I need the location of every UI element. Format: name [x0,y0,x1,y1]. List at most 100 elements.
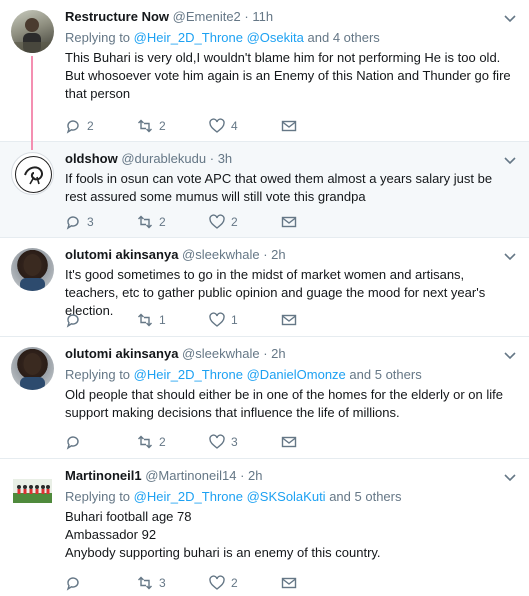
timestamp[interactable]: 2h [271,247,285,262]
direct-message-button[interactable] [281,575,353,591]
retweet-button[interactable]: 2 [137,214,209,230]
thread-line [31,142,33,150]
separator: · [263,247,268,262]
tweet-header: Restructure Now @Emenite2 · 11h [65,9,517,25]
author-name[interactable]: Restructure Now [65,9,169,24]
heart-icon [209,575,225,590]
retweet-icon [138,119,152,133]
retweet-icon [138,313,152,327]
envelope-icon [281,314,297,326]
chevron-down-icon[interactable] [503,350,517,360]
retweet-count: 2 [159,119,166,133]
like-count: 3 [231,435,238,449]
tweet-restructure-now[interactable]: Restructure Now @Emenite2 · 11h Replying… [0,0,529,142]
reply-others[interactable]: and 5 others [349,367,421,382]
retweet-button[interactable]: 2 [137,118,209,134]
reply-icon [66,436,79,450]
envelope-icon [281,436,297,448]
avatar[interactable] [11,152,54,195]
avatar[interactable] [11,248,54,291]
tweet-olutomi-2[interactable]: olutomi akinsanya @sleekwhale · 2h Reply… [0,337,529,459]
mention-link[interactable]: @Osekita [247,30,304,45]
chevron-down-icon[interactable] [503,13,517,23]
retweet-icon [138,576,152,590]
reply-button[interactable]: 2 [65,118,137,134]
tweet-martinoneil1[interactable]: Martinoneil1 @Martinoneil14 · 2h Replyin… [0,459,529,596]
chevron-down-icon[interactable] [503,155,517,165]
separator: · [209,151,215,166]
reply-button[interactable] [65,312,137,328]
like-count: 2 [231,215,238,229]
like-count: 4 [231,119,238,133]
tweet-text: Buhari football age 78 Ambassador 92 Any… [65,508,517,562]
author-handle[interactable]: @Emenite2 [173,9,241,24]
timestamp[interactable]: 11h [252,9,273,24]
timestamp[interactable]: 2h [271,346,285,361]
retweet-icon [138,435,152,449]
author-name[interactable]: oldshow [65,151,118,166]
like-button[interactable]: 2 [209,575,281,591]
tweet-text: If fools in osun can vote APC that owed … [65,171,493,204]
ram-logo-icon [15,156,52,193]
avatar[interactable] [11,10,54,53]
avatar[interactable] [11,347,54,390]
heart-icon [209,312,225,327]
timestamp[interactable]: 3h [218,151,232,166]
author-handle[interactable]: @Martinoneil14 [145,468,236,483]
reply-button[interactable]: 3 [65,214,137,230]
tweet-actions: 1 1 [65,311,353,329]
reply-icon [66,216,79,230]
reply-context: Replying to @Heir_2D_Throne @Osekita and… [65,30,517,46]
mention-link[interactable]: @Heir_2D_Throne [134,489,243,504]
tweet-actions: 2 3 [65,433,353,451]
reply-count: 3 [87,215,94,229]
envelope-icon [281,216,297,228]
mention-link[interactable]: @SKSolaKuti [247,489,326,504]
like-button[interactable]: 2 [209,214,281,230]
retweet-count: 2 [159,215,166,229]
reply-context: Replying to @Heir_2D_Throne @DanielOmonz… [65,367,517,383]
author-name[interactable]: olutomi akinsanya [65,346,178,361]
reply-button[interactable] [65,434,137,450]
like-count: 2 [231,576,238,590]
retweet-count: 1 [159,313,166,327]
reply-others[interactable]: and 4 others [308,30,380,45]
team-photo-icon [13,479,52,503]
author-handle[interactable]: @durablekudu [121,151,206,166]
heart-icon [209,118,225,133]
reply-button[interactable] [65,575,137,591]
author-name[interactable]: olutomi akinsanya [65,247,178,262]
mention-link[interactable]: @DanielOmonze [247,367,346,382]
tweet-text-line: Buhari football age 78 [65,509,192,524]
retweet-count: 3 [159,576,166,590]
like-count: 1 [231,313,238,327]
retweet-button[interactable]: 2 [137,434,209,450]
separator: · [244,9,249,24]
person-photo-icon [20,353,45,390]
direct-message-button[interactable] [281,434,353,450]
avatar[interactable] [11,469,54,512]
direct-message-button[interactable] [281,118,353,134]
chevron-down-icon[interactable] [503,472,517,482]
reply-others[interactable]: and 5 others [329,489,401,504]
author-handle[interactable]: @sleekwhale [182,247,260,262]
timestamp[interactable]: 2h [248,468,262,483]
tweet-oldshow[interactable]: oldshow @durablekudu · 3h If fools in os… [0,142,529,238]
retweet-button[interactable]: 1 [137,312,209,328]
chevron-down-icon[interactable] [503,251,517,261]
retweet-button[interactable]: 3 [137,575,209,591]
reply-prefix: Replying to [65,30,131,45]
like-button[interactable]: 3 [209,434,281,450]
like-button[interactable]: 4 [209,118,281,134]
author-handle[interactable]: @sleekwhale [182,346,260,361]
direct-message-button[interactable] [281,214,353,230]
like-button[interactable]: 1 [209,312,281,328]
author-name[interactable]: Martinoneil1 [65,468,142,483]
tweet-olutomi-1[interactable]: olutomi akinsanya @sleekwhale · 2h It's … [0,238,529,337]
tweet-actions: 3 2 [65,574,353,592]
tweet-text: This Buhari is very old,I wouldn't blame… [65,50,511,101]
thread-line [31,56,33,142]
mention-link[interactable]: @Heir_2D_Throne [134,30,243,45]
mention-link[interactable]: @Heir_2D_Throne [134,367,243,382]
direct-message-button[interactable] [281,312,353,328]
